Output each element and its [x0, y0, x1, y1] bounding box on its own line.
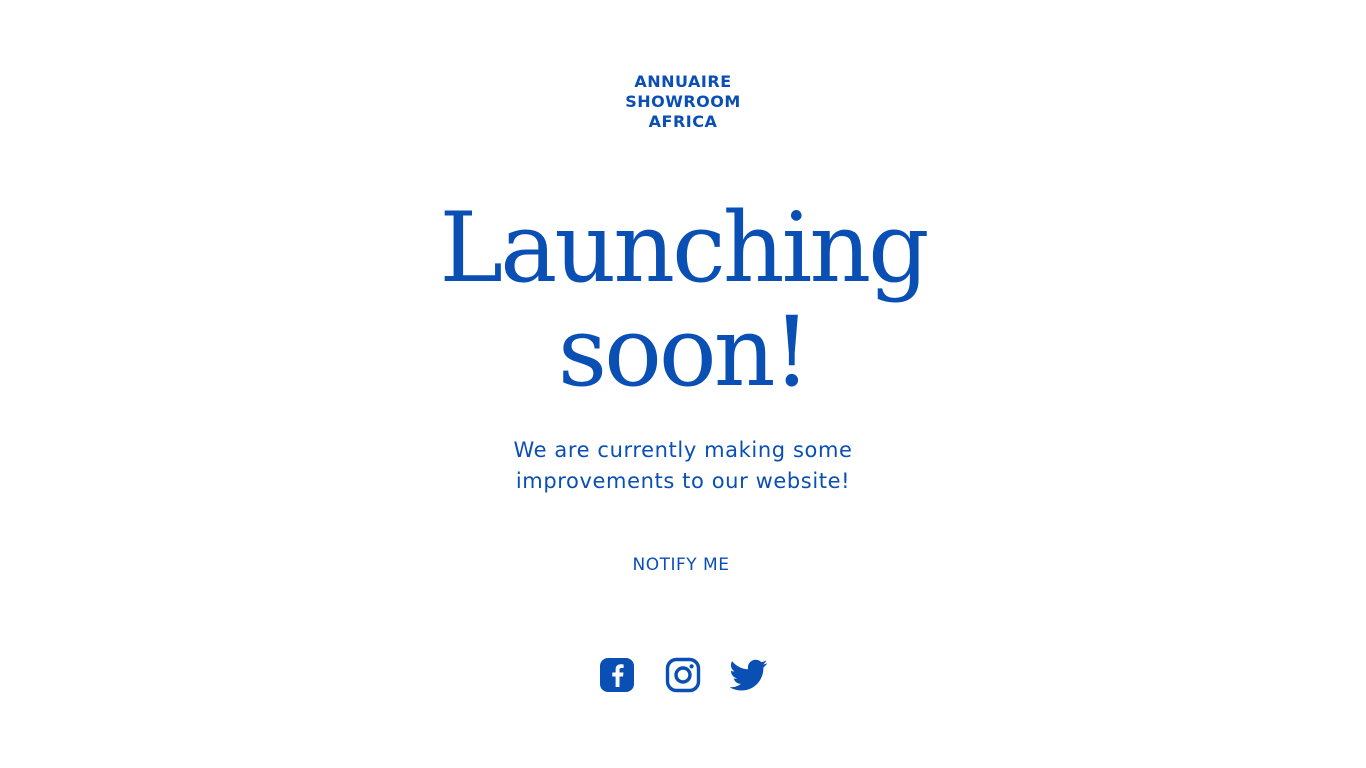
instagram-link[interactable] [664, 656, 702, 694]
twitter-icon [730, 659, 768, 691]
page-headline: Launching soon! [383, 196, 983, 404]
subtitle-line-2: improvements to our website! [515, 469, 851, 493]
social-links [598, 654, 774, 696]
coming-soon-page: ANNUAIRE SHOWROOM AFRICA Launching soon!… [0, 0, 1366, 768]
facebook-link[interactable] [598, 656, 636, 694]
facebook-icon [600, 658, 634, 692]
logo-line-3: AFRICA [648, 112, 718, 131]
logo-line-2: SHOWROOM [625, 92, 741, 111]
headline-line-1: Launching [439, 192, 929, 304]
headline-line-2: soon! [557, 296, 811, 408]
logo-line-1: ANNUAIRE [634, 72, 732, 91]
brand-logo[interactable]: ANNUAIRE SHOWROOM AFRICA [583, 72, 783, 132]
instagram-icon [665, 657, 701, 693]
page-subtitle: We are currently making some improvement… [433, 435, 933, 497]
subtitle-line-1: We are currently making some [513, 438, 853, 462]
notify-me-button[interactable]: NOTIFY ME [583, 552, 779, 578]
twitter-link[interactable] [730, 656, 768, 694]
